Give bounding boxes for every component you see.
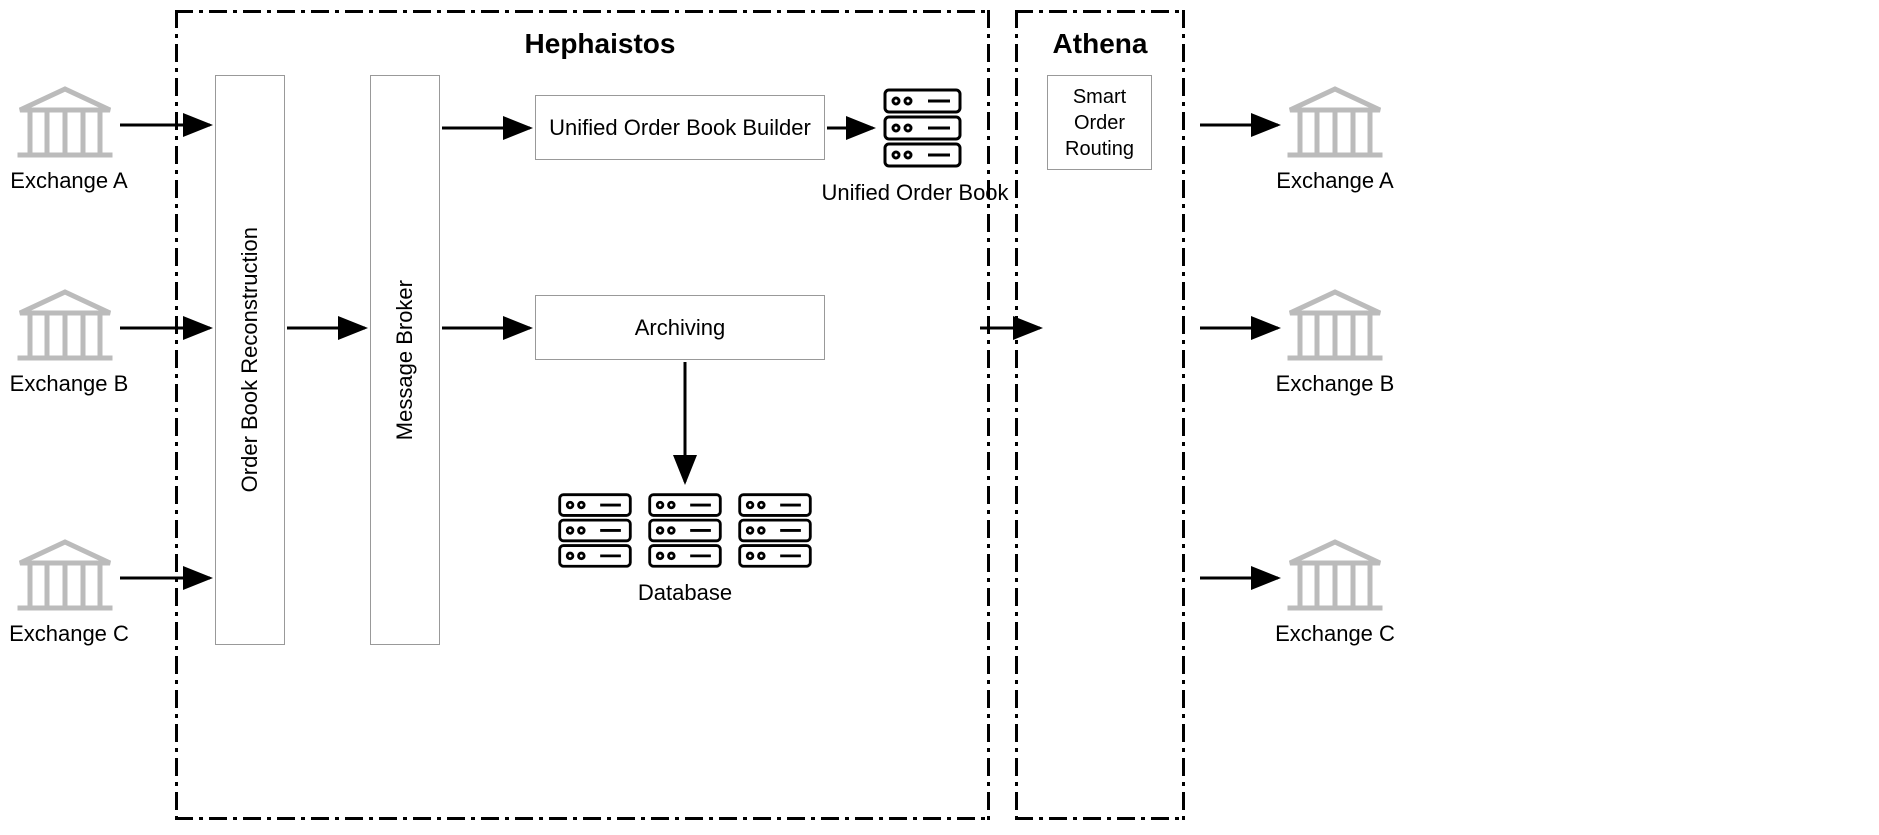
component-label: Order Book Reconstruction xyxy=(237,227,263,492)
component-label: Message Broker xyxy=(392,280,418,440)
exchange-label: Exchange B xyxy=(1270,371,1400,397)
message-broker-box: Message Broker xyxy=(370,75,440,645)
order-book-reconstruction-box: Order Book Reconstruction xyxy=(215,75,285,645)
unified-order-book-builder-box: Unified Order Book Builder xyxy=(535,95,825,160)
server-icon xyxy=(880,85,965,170)
bank-icon xyxy=(1285,288,1385,363)
bank-icon xyxy=(1285,85,1385,160)
database-label: Database xyxy=(620,580,750,606)
bank-icon xyxy=(15,85,115,160)
component-label: Archiving xyxy=(635,315,725,341)
bank-icon xyxy=(15,288,115,363)
exchange-label: Exchange A xyxy=(4,168,134,194)
server-icon xyxy=(645,490,725,570)
exchange-label: Exchange B xyxy=(4,371,134,397)
smart-order-routing-box: Smart Order Routing xyxy=(1047,75,1152,170)
component-label: Smart Order Routing xyxy=(1065,84,1134,162)
architecture-diagram: Hephaistos Athena Exchange A xyxy=(0,0,1879,835)
component-label: Unified Order Book Builder xyxy=(549,115,811,141)
exchange-label: Exchange C xyxy=(1270,621,1400,647)
exchange-label: Exchange C xyxy=(4,621,134,647)
server-icon xyxy=(735,490,815,570)
exchange-label: Exchange A xyxy=(1270,168,1400,194)
bank-icon xyxy=(1285,538,1385,613)
hephaistos-title: Hephaistos xyxy=(500,28,700,60)
archiving-box: Archiving xyxy=(535,295,825,360)
bank-icon xyxy=(15,538,115,613)
server-icon xyxy=(555,490,635,570)
unified-order-book-label: Unified Order Book xyxy=(810,180,1020,206)
athena-title: Athena xyxy=(1040,28,1160,60)
